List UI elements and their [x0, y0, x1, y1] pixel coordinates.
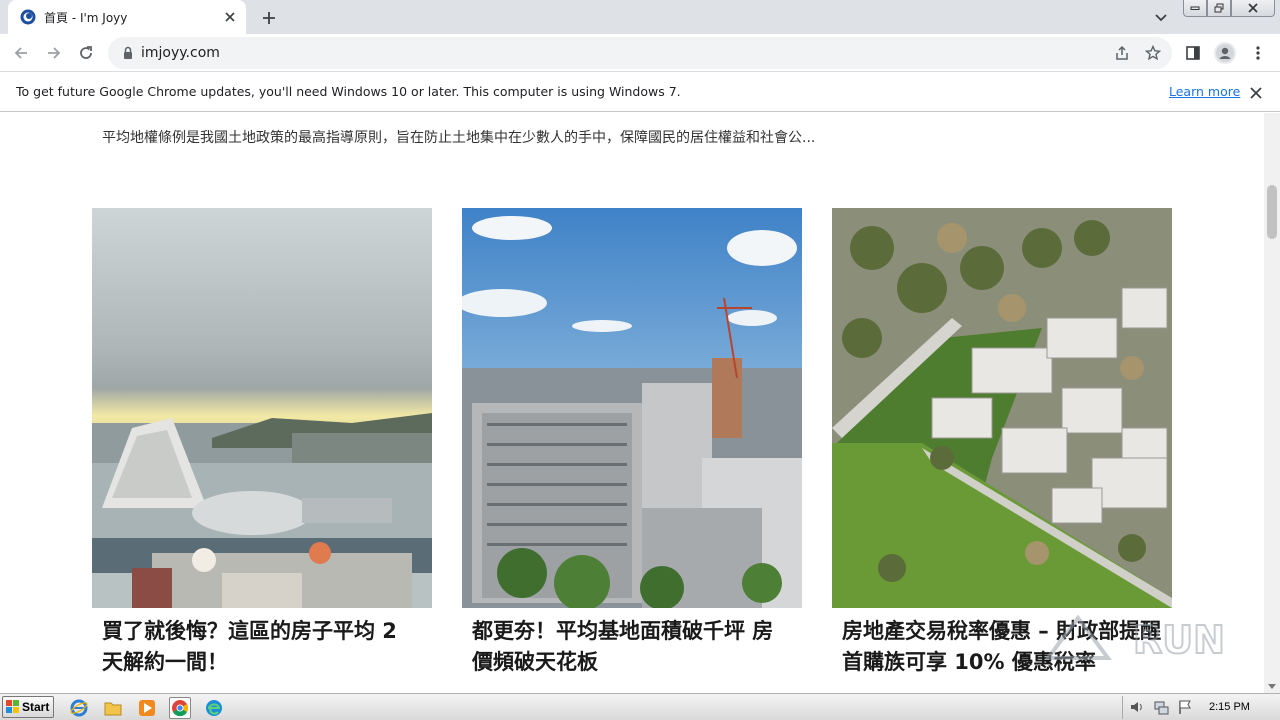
windows-logo-icon — [6, 700, 19, 713]
edge-icon — [206, 700, 222, 716]
page-content: 平均地權條例是我國土地政策的最高指導原則，旨在防止土地集中在少數人的手中，保障國… — [0, 113, 1264, 693]
taskbar-media-button[interactable] — [136, 697, 158, 719]
minimize-button[interactable] — [1183, 0, 1207, 17]
back-button[interactable] — [10, 42, 32, 64]
media-player-icon — [139, 700, 155, 716]
article-image[interactable] — [92, 208, 432, 608]
any-run-watermark-logo: RUN — [1044, 614, 1226, 663]
article-title[interactable]: 都更夯！平均基地面積破千坪 房價頻破天花板 — [462, 616, 802, 678]
article-image[interactable] — [462, 208, 802, 608]
taskbar-explorer-button[interactable] — [102, 697, 124, 719]
taskbar-chrome-button[interactable] — [169, 697, 191, 719]
profile-avatar-icon — [1216, 44, 1234, 62]
aerial-houses-photo — [832, 208, 1172, 608]
harbor-city-photo — [92, 208, 432, 608]
active-tab[interactable]: 首頁 - I'm Joyy — [8, 0, 246, 34]
article-excerpt: 平均地權條例是我國土地政策的最高指導原則，旨在防止土地集中在少數人的手中，保障國… — [102, 130, 816, 146]
side-panel-icon — [1186, 46, 1200, 60]
star-icon — [1145, 45, 1161, 61]
infobar-message: To get future Google Chrome updates, you… — [16, 84, 681, 99]
folder-icon — [104, 702, 122, 716]
lock-icon[interactable] — [120, 45, 136, 61]
article-card[interactable]: 都更夯！平均基地面積破千坪 房價頻破天花板 — [462, 208, 802, 678]
network-icon[interactable] — [1153, 699, 1169, 715]
close-icon — [1248, 3, 1258, 13]
address-bar[interactable]: imjoyy.com — [108, 37, 1172, 69]
scroll-down-arrow-icon[interactable] — [1268, 684, 1276, 689]
chevron-down-icon — [1155, 14, 1167, 22]
tab-close-icon[interactable] — [222, 9, 238, 25]
window-close-button[interactable] — [1231, 0, 1275, 17]
share-icon — [1116, 45, 1128, 60]
tab-title: 首頁 - I'm Joyy — [44, 10, 128, 25]
windows-taskbar: Start 2:15 PM — [0, 693, 1280, 720]
share-button[interactable] — [1113, 44, 1131, 62]
taskbar-edge-button[interactable] — [203, 697, 225, 719]
new-tab-button[interactable] — [258, 7, 280, 29]
browser-toolbar: imjoyy.com — [0, 34, 1280, 72]
article-image[interactable] — [832, 208, 1172, 608]
svg-text:RUN: RUN — [1133, 618, 1225, 662]
plus-icon — [263, 12, 275, 24]
taskbar-ie-button[interactable] — [68, 697, 90, 719]
taskbar-clock[interactable]: 2:15 PM — [1209, 701, 1250, 713]
chrome-icon — [172, 700, 189, 717]
kebab-menu-icon — [1256, 46, 1260, 60]
restore-button[interactable] — [1207, 0, 1231, 17]
window-controls — [1183, 0, 1275, 17]
action-center-flag-icon[interactable] — [1177, 699, 1193, 715]
article-card[interactable]: 買了就後悔？這區的房子平均 2 天解約一間！ — [92, 208, 432, 678]
url-text[interactable]: imjoyy.com — [141, 45, 220, 61]
update-infobar: To get future Google Chrome updates, you… — [0, 72, 1280, 112]
minimize-icon — [1190, 6, 1200, 10]
bookmark-button[interactable] — [1144, 44, 1162, 62]
forward-button[interactable] — [43, 42, 65, 64]
start-button[interactable]: Start — [2, 696, 54, 718]
side-panel-button[interactable] — [1182, 42, 1204, 64]
internet-explorer-icon — [70, 699, 88, 717]
arrow-left-icon — [14, 47, 27, 59]
highrise-buildings-photo — [462, 208, 802, 608]
menu-button[interactable] — [1247, 42, 1269, 64]
volume-icon[interactable] — [1129, 699, 1145, 715]
tab-search-button[interactable] — [1151, 8, 1171, 28]
article-title[interactable]: 買了就後悔？這區的房子平均 2 天解約一間！ — [92, 616, 432, 678]
system-tray: 2:15 PM — [1122, 696, 1278, 719]
infobar-close-button[interactable] — [1247, 84, 1265, 102]
reload-icon — [80, 46, 92, 59]
reload-button[interactable] — [75, 42, 97, 64]
learn-more-link[interactable]: Learn more — [1169, 84, 1240, 99]
scrollbar-thumb[interactable] — [1267, 185, 1277, 239]
site-favicon-icon — [20, 9, 36, 25]
arrow-right-icon — [48, 47, 61, 59]
start-label: Start — [22, 700, 50, 714]
profile-button[interactable] — [1214, 42, 1236, 64]
tab-strip: 首頁 - I'm Joyy — [0, 0, 1280, 34]
close-icon — [1250, 87, 1262, 99]
restore-icon — [1214, 3, 1224, 13]
page-scrollbar[interactable] — [1264, 113, 1280, 693]
